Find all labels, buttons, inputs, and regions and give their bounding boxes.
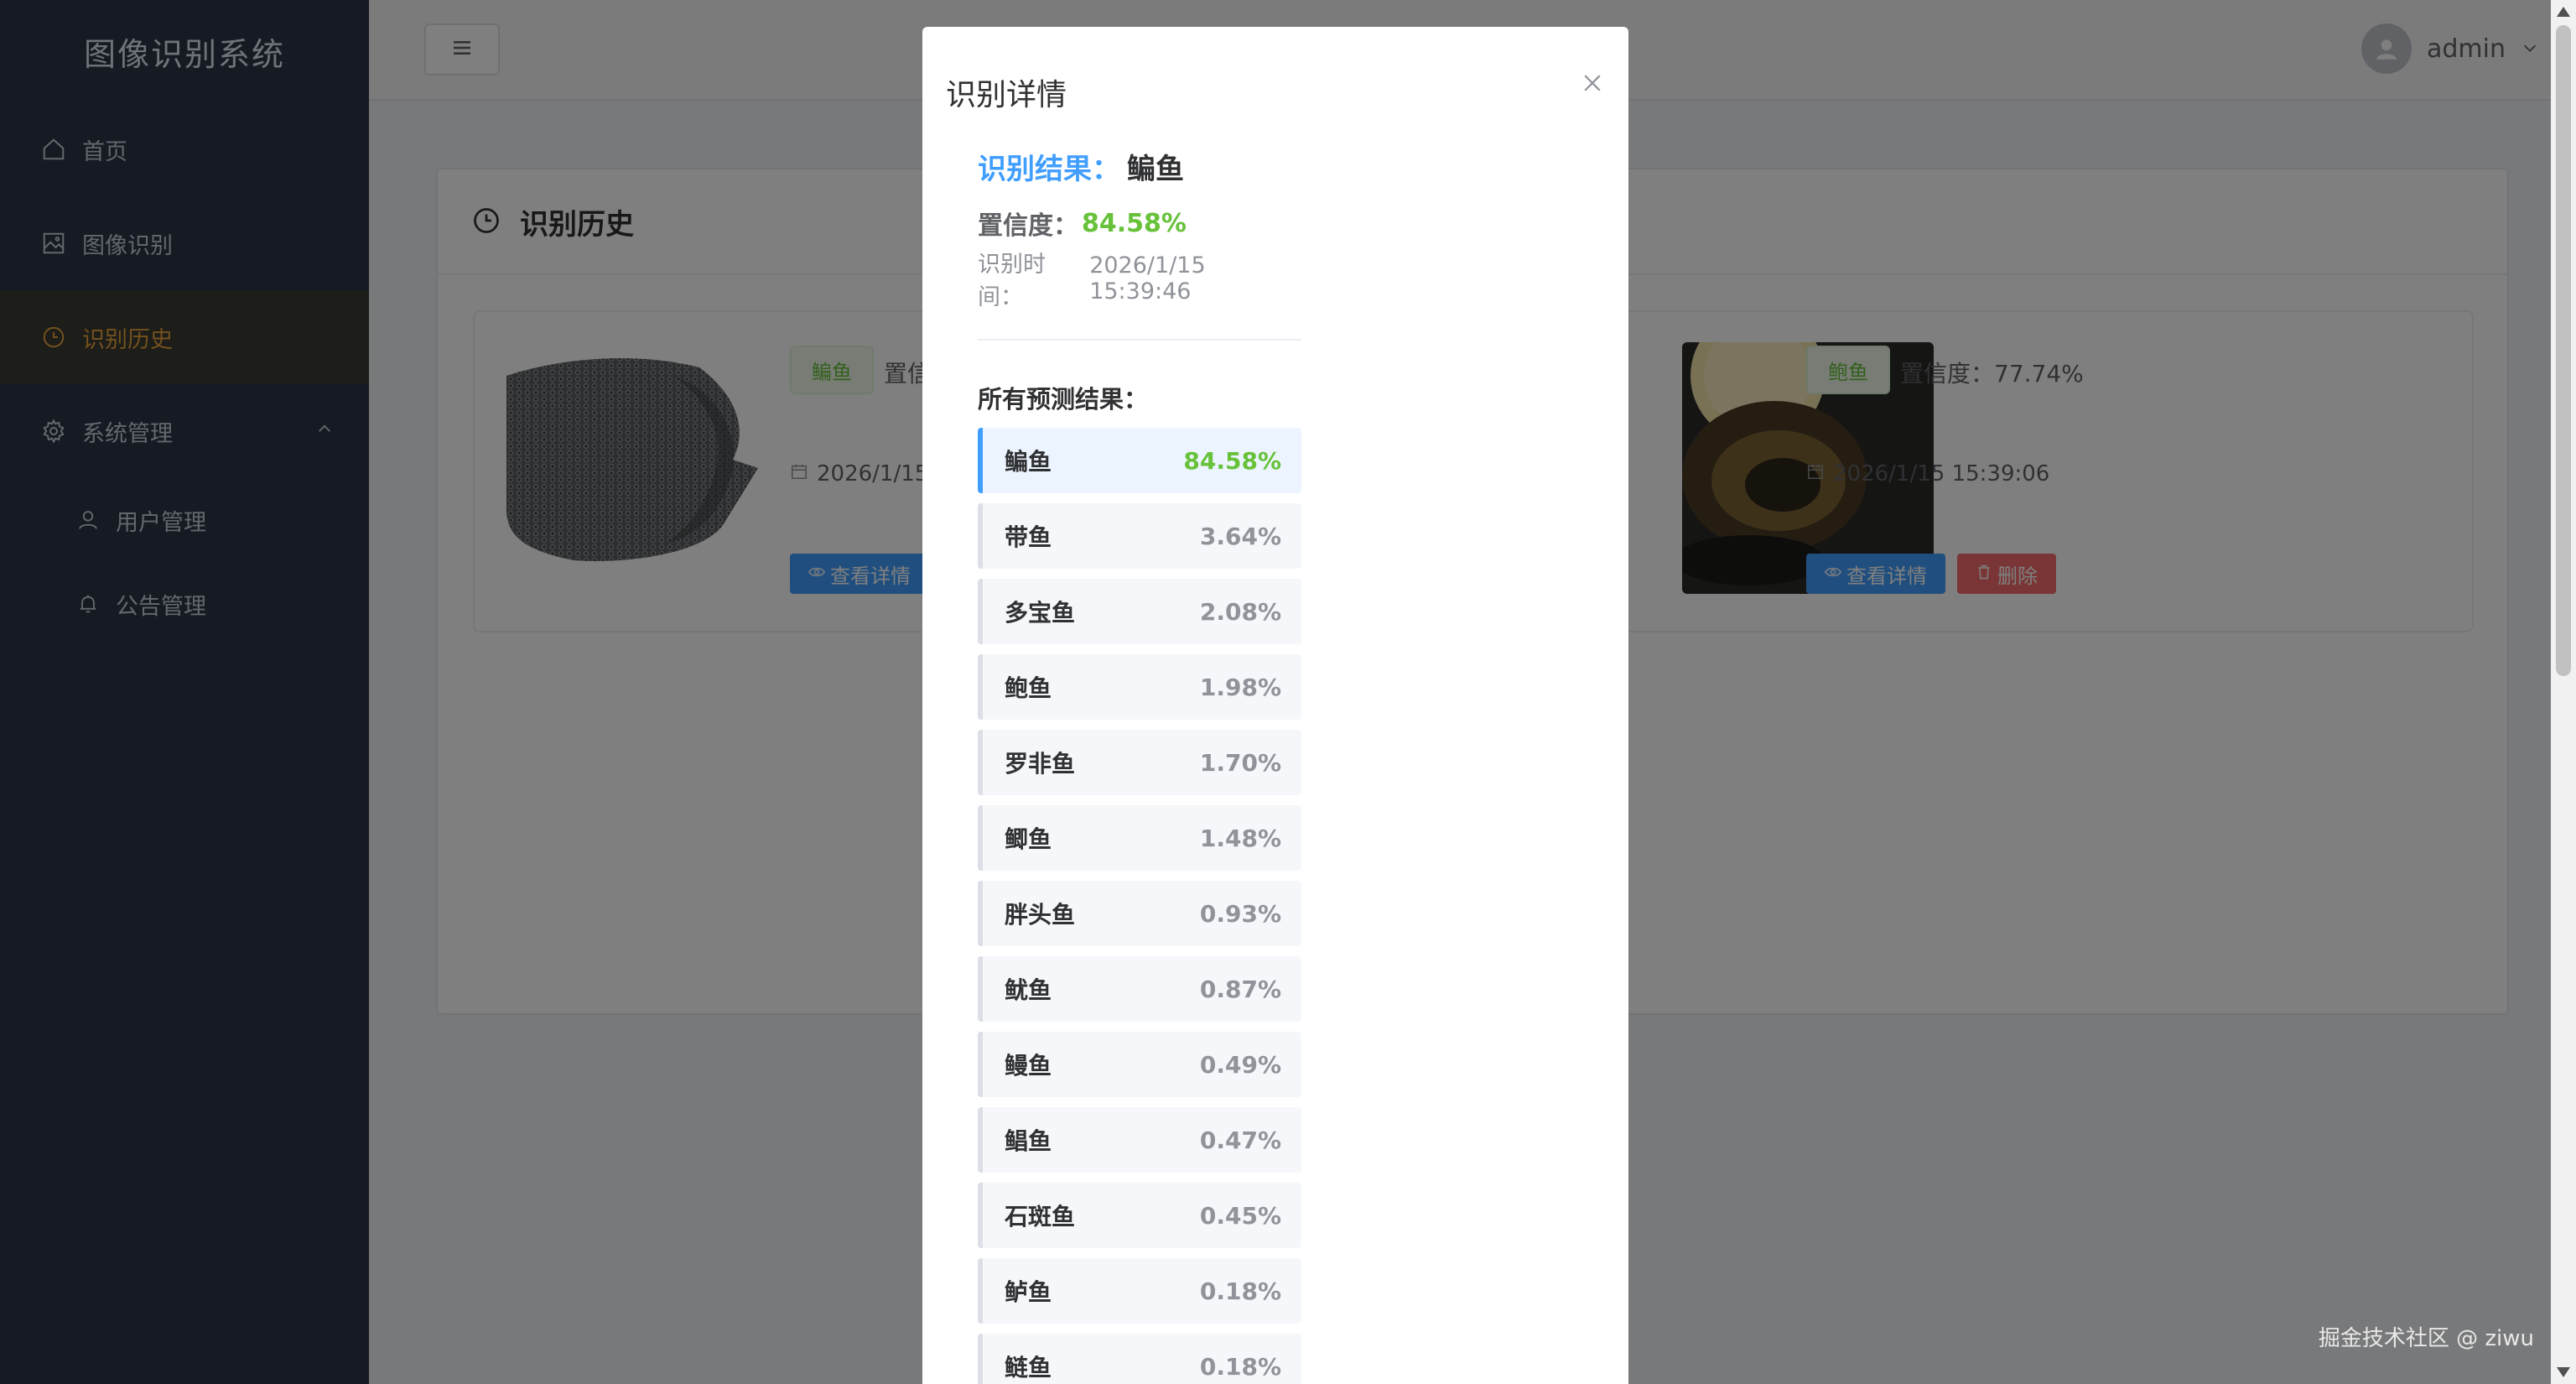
confidence-label: 置信度： bbox=[978, 211, 1078, 241]
confidence-line: 置信度： 84.58% bbox=[978, 203, 1301, 243]
scroll-up-icon[interactable] bbox=[2557, 7, 2570, 17]
prediction-item: 鱿鱼 0.87% bbox=[978, 956, 1301, 1022]
scroll-thumb[interactable] bbox=[2556, 25, 2571, 676]
prediction-item: 鲢鱼 0.18% bbox=[978, 1334, 1301, 1384]
prediction-item: 鳊鱼 84.58% bbox=[978, 428, 1301, 493]
prediction-item: 鲍鱼 1.98% bbox=[978, 654, 1301, 720]
prediction-item: 鳗鱼 0.49% bbox=[978, 1032, 1301, 1097]
time-value: 2026/1/15 15:39:46 bbox=[1089, 252, 1206, 304]
result-label: 识别结果： bbox=[978, 152, 1120, 186]
dialog-title: 识别详情 bbox=[946, 78, 1067, 112]
prediction-item: 胖头鱼 0.93% bbox=[978, 881, 1301, 946]
result-value: 鳊鱼 bbox=[1127, 152, 1184, 186]
prediction-item: 多宝鱼 2.08% bbox=[978, 579, 1301, 644]
result-line: 识别结果： 鳊鱼 bbox=[978, 144, 1301, 188]
prediction-item: 罗非鱼 1.70% bbox=[978, 730, 1301, 795]
predictions-list: 鳊鱼 84.58% 带鱼 3.64% 多宝鱼 2.08% 鲍鱼 1.98% 罗非… bbox=[978, 428, 1301, 1384]
scroll-down-icon[interactable] bbox=[2557, 1367, 2570, 1377]
prediction-item: 鲳鱼 0.47% bbox=[978, 1107, 1301, 1173]
page-scrollbar[interactable] bbox=[2551, 0, 2576, 1384]
dialog-body: 识别结果： 鳊鱼 置信度： 84.58% 识别时间： 2026/1/15 15:… bbox=[978, 144, 1301, 1384]
divider bbox=[978, 339, 1301, 341]
time-label: 识别时间： bbox=[978, 252, 1046, 310]
predictions-title: 所有预测结果： bbox=[978, 385, 1149, 414]
detail-dialog: 识别详情 识别结果： 鳊鱼 置信度： 84.58% 识别时间： 2026/1/1… bbox=[922, 27, 1628, 1384]
close-icon[interactable] bbox=[1580, 70, 1605, 96]
confidence-value: 84.58% bbox=[1082, 208, 1187, 238]
prediction-item: 带鱼 3.64% bbox=[978, 503, 1301, 569]
watermark: 掘金技术社区 @ ziwu bbox=[2318, 1326, 2534, 1351]
prediction-item: 鲈鱼 0.18% bbox=[978, 1258, 1301, 1324]
time-line: 识别时间： 2026/1/15 15:39:46 bbox=[978, 252, 1301, 310]
prediction-item: 鲫鱼 1.48% bbox=[978, 805, 1301, 871]
prediction-item: 石斑鱼 0.45% bbox=[978, 1183, 1301, 1248]
